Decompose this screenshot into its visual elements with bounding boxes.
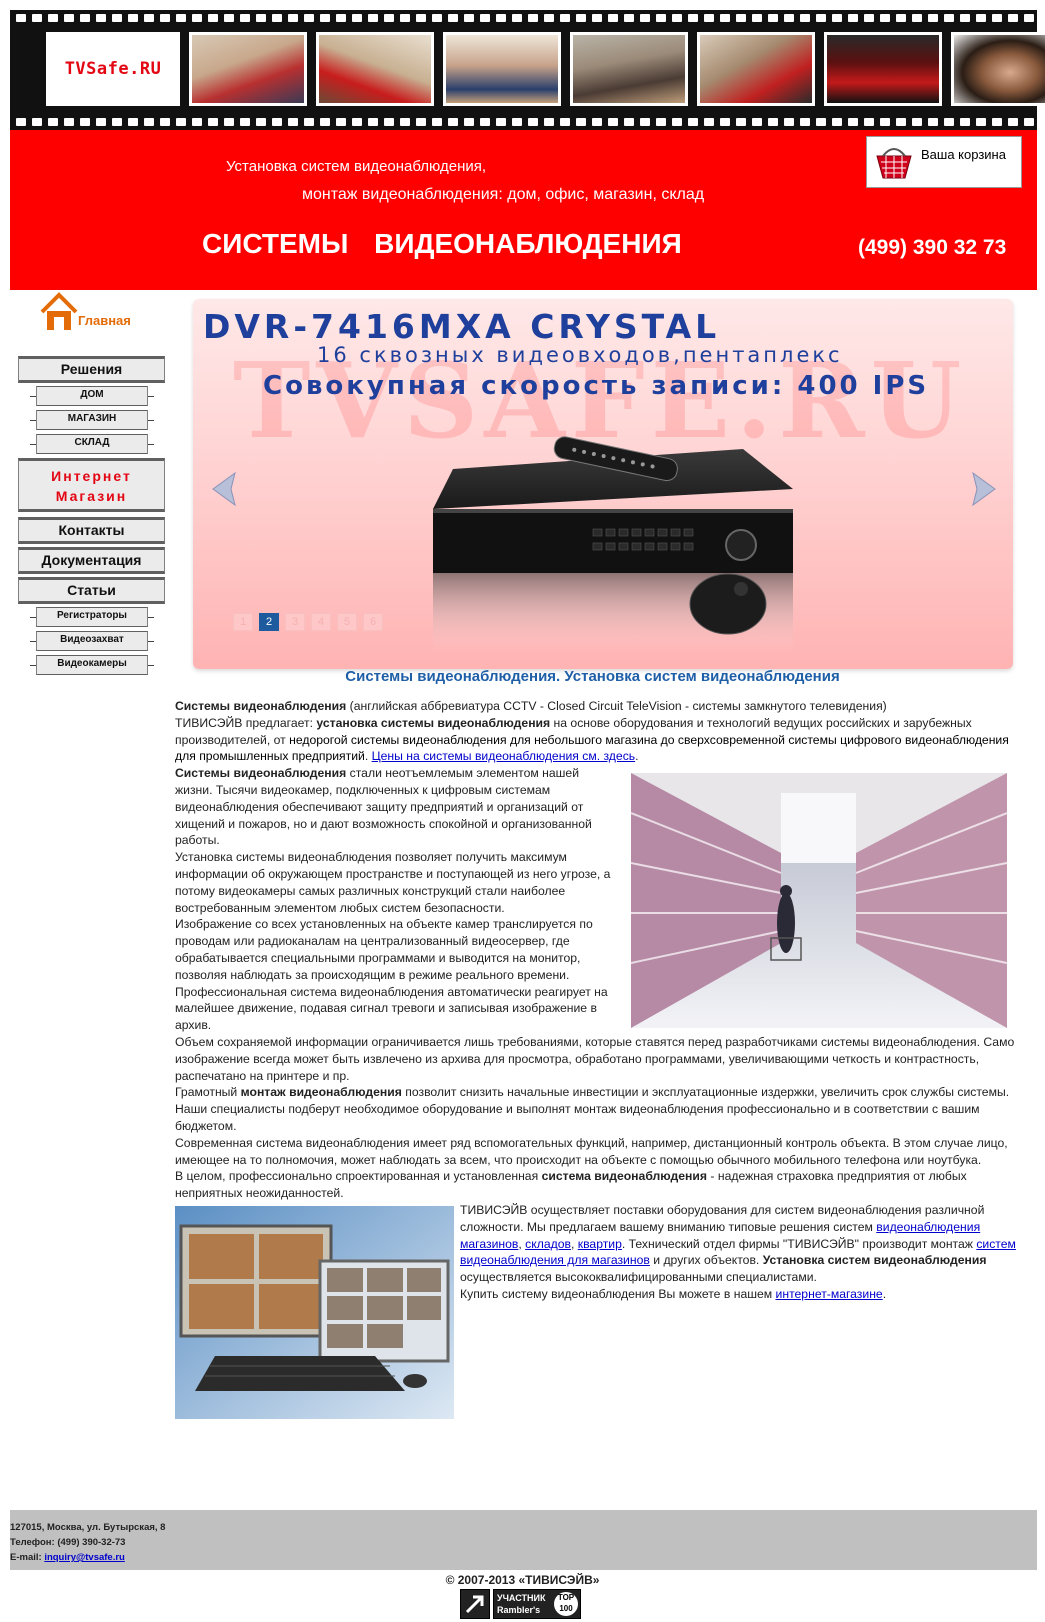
footer-contacts: 127015, Москва, ул. Бутырская, 8 Телефон… — [10, 1520, 165, 1565]
header-photo — [697, 32, 815, 106]
paragraph: Объем сохраняемой информации ограничивае… — [175, 1034, 1015, 1083]
sidebar-nav: Решения ДОМ МАГАЗИН СКЛАД Интернет Магаз… — [18, 356, 165, 679]
text: ТИВИСЭЙВ предлагает: — [175, 715, 317, 730]
header-photo — [189, 32, 307, 106]
text: и других объектов. — [649, 1253, 763, 1268]
paragraph: Современная система видеонаблюдения имее… — [175, 1135, 1008, 1167]
header-photo — [824, 32, 942, 106]
nav-articles[interactable]: Статьи — [18, 577, 165, 604]
paragraph: Грамотный монтаж видеонаблюдения позволи… — [175, 1084, 1017, 1134]
cart-widget[interactable]: Ваша корзина — [866, 136, 1022, 188]
text: (английская аббревиатура CCTV - Closed C… — [346, 699, 887, 713]
bold-term: монтаж видеонаблюдения — [240, 1085, 402, 1100]
nav-capture[interactable]: Видеозахват — [30, 631, 154, 651]
shopping-basket-icon — [876, 148, 912, 179]
nav-docs[interactable]: Документация — [18, 547, 165, 574]
header-photo — [443, 32, 561, 106]
cart-label: Ваша корзина — [921, 147, 1006, 162]
home-label: Главная — [78, 313, 131, 328]
footer: 127015, Москва, ул. Бутырская, 8 Телефон… — [10, 1510, 1037, 1570]
nav-home-solution[interactable]: ДОМ — [30, 386, 154, 406]
text: осуществляется высококвалифицированными … — [460, 1270, 817, 1285]
header-banner: Установка систем видеонаблюдения, монтаж… — [10, 130, 1037, 290]
house-icon — [40, 292, 78, 330]
supermarket-aisle-image — [631, 773, 1007, 1029]
online-shop-link[interactable]: интернет-магазине — [776, 1287, 883, 1301]
warehouse-solutions-link[interactable]: складов — [525, 1237, 571, 1251]
nav-online-shop-line2: Магазин — [55, 488, 128, 504]
slider-page-button[interactable]: 6 — [363, 613, 383, 631]
counter-badge[interactable] — [460, 1589, 490, 1619]
bold-term: Системы видеонаблюдения — [175, 699, 347, 713]
copyright: © 2007-2013 «ТИВИСЭЙВ» — [445, 1573, 600, 1587]
monitoring-station-image — [175, 1205, 454, 1419]
rambler-top100-badge[interactable]: УЧАСТНИК Rambler's TOP 100 — [493, 1589, 581, 1619]
photo-frames: TVSafe.RU — [46, 32, 1045, 106]
text: . — [635, 749, 639, 764]
bold-term: установка системы видеонаблюдения — [316, 715, 551, 730]
banner-title: СИСТЕМЫ ВИДЕОНАБЛЮДЕНИЯ — [202, 228, 682, 259]
header-photo — [316, 32, 434, 106]
dvr-product-image — [433, 436, 793, 653]
paragraph: В целом, профессионально спроектированна… — [175, 1168, 1017, 1202]
nav-shop-solution[interactable]: МАГАЗИН — [30, 410, 154, 430]
text: . — [882, 1286, 887, 1301]
banner-tagline-1: Установка систем видеонаблюдения, — [226, 158, 487, 175]
arrow-counter-icon — [465, 1595, 484, 1614]
prices-link[interactable]: Цены на системы видеонаблюдения см. здес… — [372, 749, 636, 763]
nav-solutions[interactable]: Решения — [18, 356, 165, 383]
slider-title: DVR-7416MXA CRYSTAL — [203, 307, 721, 346]
logo-text: TVSafe.RU — [64, 59, 162, 79]
footer-phone: Телефон: (499) 390-32-73 — [10, 1537, 126, 1548]
slider-next-icon[interactable] — [967, 469, 1003, 509]
banner-tagline-2: монтаж видеонаблюдения: дом, офис, магаз… — [302, 186, 705, 203]
paragraph: ТИВИСЭЙВ предлагает: установка системы в… — [175, 715, 1017, 765]
footer-email-link[interactable]: inquiry@tvsafe.ru — [44, 1552, 125, 1563]
header-photo — [570, 32, 688, 106]
nav-online-shop-line1: Интернет — [51, 468, 132, 484]
header-film-strip: TVSafe.RU — [10, 10, 1045, 130]
counter-badges: УЧАСТНИК Rambler's TOP 100 — [460, 1589, 581, 1619]
text: Грамотный — [175, 1085, 241, 1100]
banner-phone: (499) 390 32 73 — [858, 236, 1007, 259]
home-link[interactable]: Главная — [40, 292, 131, 332]
slider-speed: Совокупная скорость записи: 400 IPS — [263, 371, 930, 401]
nav-warehouse-solution[interactable]: СКЛАД — [30, 434, 154, 454]
article-body: Системы видеонаблюдения (английская аббр… — [175, 698, 1017, 1423]
bold-term: система видеонаблюдения — [541, 1169, 708, 1184]
slider-pagination: 1 2 3 4 5 6 — [233, 613, 383, 631]
nav-online-shop[interactable]: Интернет Магазин — [18, 458, 165, 512]
header-photo — [951, 32, 1045, 106]
footer-address: 127015, Москва, ул. Бутырская, 8 — [10, 1522, 166, 1533]
paragraph: Системы видеонаблюдения (английская аббр… — [175, 698, 1017, 715]
bold-term: Установка систем видеонаблюдения — [762, 1253, 987, 1268]
slider-page-button[interactable]: 5 — [337, 613, 357, 631]
bold-term: Системы видеонаблюдения — [175, 766, 347, 781]
page-heading: Системы видеонаблюдения. Установка систе… — [345, 668, 840, 685]
apartment-solutions-link[interactable]: квартир — [578, 1237, 622, 1251]
footer-email-label: E-mail: — [10, 1552, 45, 1563]
slider-page-button-active[interactable]: 2 — [259, 613, 279, 631]
badge-top100: TOP 100 — [554, 1592, 578, 1616]
nav-contacts[interactable]: Контакты — [18, 517, 165, 544]
slider-page-button[interactable]: 4 — [311, 613, 331, 631]
slider-prev-icon[interactable] — [205, 469, 241, 509]
slider-page-button[interactable]: 3 — [285, 613, 305, 631]
text: . — [364, 749, 372, 764]
footer-email-row: E-mail: inquiry@tvsafe.ru — [10, 1550, 165, 1565]
slider-page-button[interactable]: 1 — [233, 613, 253, 631]
film-perforations-top — [10, 12, 1037, 24]
product-slider[interactable]: TVSAFE.RU DVR-7416MXA CRYSTAL 16 сквозны… — [193, 299, 1013, 669]
film-perforations-bottom — [10, 116, 1037, 128]
site-logo[interactable]: TVSafe.RU — [46, 32, 180, 106]
nav-recorders[interactable]: Регистраторы — [30, 607, 154, 627]
text: , — [570, 1236, 578, 1251]
text: . Технический отдел фирмы "ТИВИСЭЙВ" про… — [621, 1236, 977, 1251]
nav-cameras[interactable]: Видеокамеры — [30, 655, 154, 675]
text: Купить систему видеонаблюдения Вы можете… — [460, 1286, 776, 1301]
slider-subtitle: 16 сквозных видеовходов,пентаплекс — [317, 343, 843, 367]
text: В целом, профессионально спроектированна… — [175, 1169, 542, 1184]
